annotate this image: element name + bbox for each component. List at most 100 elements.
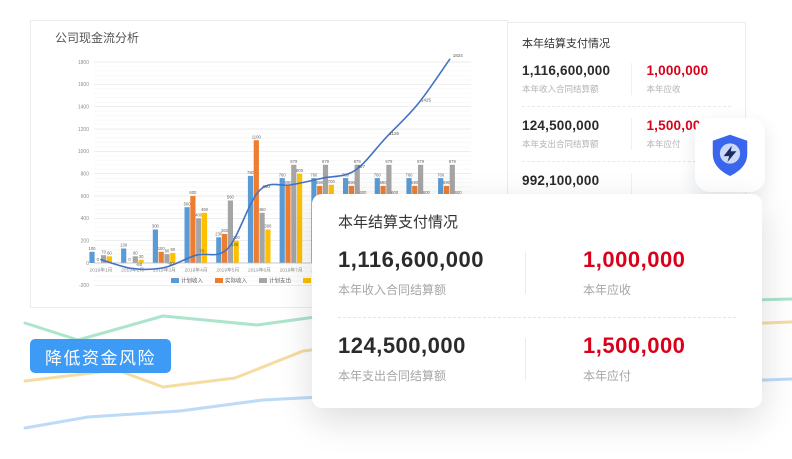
settlement-popup: 本年结算支付情况 1,116,600,000 本年收入合同结算额 1,000,0… (312, 194, 762, 408)
svg-text:计划支出: 计划支出 (269, 277, 291, 285)
svg-text:827: 827 (358, 164, 366, 169)
summary-panel-title: 本年结算支付情况 (522, 35, 731, 51)
svg-text:690: 690 (411, 180, 419, 185)
svg-text:400: 400 (195, 213, 203, 218)
svg-text:2019年7月: 2019年7月 (280, 267, 303, 274)
svg-text:560: 560 (227, 195, 235, 200)
svg-text:300: 300 (152, 224, 160, 229)
popup-cell: 1,500,000 本年应付 (525, 333, 736, 384)
divider (525, 338, 526, 380)
chart-title: 公司现金流分析 (55, 29, 139, 46)
svg-text:450: 450 (201, 207, 209, 212)
svg-text:650: 650 (263, 184, 271, 189)
popup-payable-label: 本年应付 (583, 367, 736, 384)
receivable-value: 1,000,000 (646, 63, 731, 78)
svg-text:500: 500 (184, 201, 192, 206)
svg-text:879: 879 (449, 159, 457, 164)
svg-text:130: 130 (231, 242, 239, 247)
risk-reduction-badge[interactable]: 降低资金风险 (30, 339, 171, 373)
summary-row-income: 1,116,600,000 本年收入合同结算额 1,000,000 本年应收 (522, 63, 731, 95)
svg-text:-50: -50 (136, 262, 143, 267)
expense-settlement-value: 124,500,000 (522, 118, 631, 133)
svg-text:690: 690 (380, 180, 388, 185)
svg-text:1425: 1425 (421, 97, 432, 102)
svg-text:780: 780 (247, 170, 255, 175)
popup-receivable-value: 1,000,000 (583, 247, 736, 273)
receivable-label: 本年应收 (646, 83, 731, 95)
expense-settlement-label: 本年支出合同结算额 (522, 138, 631, 150)
svg-text:0: 0 (97, 257, 100, 262)
popup-cell: 124,500,000 本年支出合同结算额 (338, 333, 525, 384)
popup-income-settlement-label: 本年收入合同结算额 (338, 281, 525, 298)
svg-text:879: 879 (290, 159, 298, 164)
svg-text:1000: 1000 (78, 149, 89, 155)
svg-text:700: 700 (328, 179, 336, 184)
summary-cell: 1,116,600,000 本年收入合同结算额 (522, 63, 631, 95)
popup-title: 本年结算支付情况 (338, 211, 736, 232)
popup-cell: 1,116,600,000 本年收入合同结算额 (338, 247, 525, 298)
svg-text:1800: 1800 (78, 60, 89, 66)
popup-cell: 1,000,000 本年应收 (525, 247, 736, 298)
svg-text:600: 600 (81, 194, 90, 200)
svg-text:-200: -200 (79, 283, 89, 289)
badge-label: 降低资金风险 (45, 344, 156, 369)
svg-text:200: 200 (81, 239, 90, 245)
svg-text:400: 400 (81, 216, 90, 222)
svg-text:70: 70 (199, 249, 205, 254)
svg-text:2019年1月: 2019年1月 (90, 267, 113, 274)
svg-text:690: 690 (443, 180, 451, 185)
svg-text:300: 300 (264, 224, 272, 229)
svg-text:0: 0 (128, 257, 131, 262)
svg-text:1126: 1126 (389, 131, 399, 136)
svg-text:80: 80 (165, 248, 170, 253)
income-settlement-label: 本年收入合同结算额 (522, 83, 631, 95)
svg-text:600: 600 (189, 190, 197, 195)
svg-text:1200: 1200 (78, 127, 89, 133)
svg-text:1400: 1400 (78, 105, 89, 111)
svg-text:90: 90 (170, 247, 175, 252)
svg-text:690: 690 (348, 180, 356, 185)
svg-text:800: 800 (296, 168, 304, 173)
svg-text:260: 260 (221, 228, 229, 233)
svg-text:1600: 1600 (78, 82, 89, 88)
svg-text:60: 60 (133, 251, 138, 256)
svg-text:实际收入: 实际收入 (225, 277, 248, 285)
popup-row-expense: 124,500,000 本年支出合同结算额 1,500,000 本年应付 (338, 333, 736, 384)
svg-text:760: 760 (374, 172, 382, 177)
svg-text:760: 760 (279, 172, 287, 177)
svg-text:2019年6月: 2019年6月 (248, 267, 271, 274)
svg-text:760: 760 (406, 172, 414, 177)
svg-text:760: 760 (437, 172, 445, 177)
svg-text:760: 760 (310, 172, 318, 177)
svg-text:-40: -40 (167, 261, 174, 266)
svg-text:879: 879 (385, 159, 393, 164)
svg-text:130: 130 (120, 243, 128, 248)
popup-income-settlement-value: 1,116,600,000 (338, 247, 525, 273)
summary-cell: 1,000,000 本年应收 (631, 63, 731, 95)
svg-text:100: 100 (89, 246, 97, 251)
svg-text:30: 30 (139, 254, 144, 259)
balance-value: 992,100,000 (522, 173, 631, 188)
summary-cell: 124,500,000 本年支出合同结算额 (522, 118, 631, 150)
svg-text:1100: 1100 (252, 134, 262, 139)
popup-receivable-label: 本年应收 (583, 281, 736, 298)
divider (338, 317, 736, 318)
popup-expense-settlement-value: 124,500,000 (338, 333, 525, 359)
divider (522, 106, 731, 107)
svg-text:计划收入: 计划收入 (181, 277, 204, 285)
popup-expense-settlement-label: 本年支出合同结算额 (338, 367, 525, 384)
svg-text:450: 450 (259, 207, 267, 212)
divider (525, 252, 526, 294)
security-shield-card[interactable] (695, 118, 765, 192)
popup-payable-value: 1,500,000 (583, 333, 736, 359)
svg-text:1824: 1824 (453, 53, 464, 58)
shield-bolt-icon (706, 130, 754, 180)
svg-text:800: 800 (81, 172, 90, 178)
svg-text:60: 60 (107, 251, 112, 256)
income-settlement-value: 1,116,600,000 (522, 63, 631, 78)
svg-text:879: 879 (417, 159, 425, 164)
svg-text:690: 690 (316, 180, 324, 185)
svg-text:0: 0 (86, 261, 89, 267)
svg-text:70: 70 (101, 249, 106, 254)
popup-row-income: 1,116,600,000 本年收入合同结算额 1,000,000 本年应收 (338, 247, 736, 298)
